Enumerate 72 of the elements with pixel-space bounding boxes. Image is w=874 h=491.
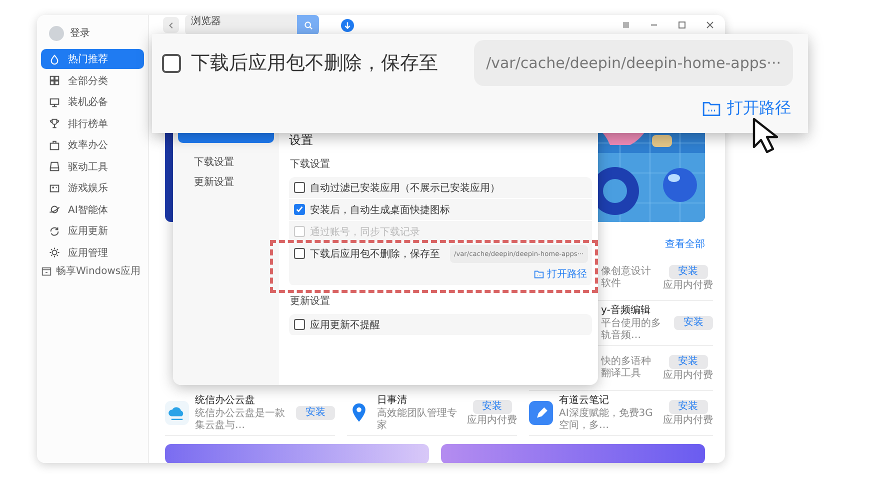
- folder-icon: [534, 270, 544, 278]
- option-label: 下载后应用包不删除，保存至: [191, 51, 438, 76]
- note-icon: [529, 401, 553, 425]
- chevron-left-icon: [168, 22, 174, 28]
- app-description: 高效能团队管理专家: [377, 408, 458, 432]
- app-name: 有道云笔记: [559, 394, 610, 406]
- sidebar-item[interactable]: 全部分类: [41, 70, 144, 90]
- sidebar-item[interactable]: 效率办公: [41, 135, 144, 155]
- checkbox[interactable]: [294, 204, 305, 215]
- checkbox[interactable]: [294, 182, 305, 193]
- path-field[interactable]: /var/cache/deepin/deepin-home-apps···: [474, 40, 793, 86]
- gamepad-icon: [49, 182, 60, 194]
- option-label: 安装后，自动生成桌面快捷图标: [310, 204, 450, 216]
- banner-card[interactable]: [165, 444, 429, 463]
- settings-nav-item[interactable]: 更新设置: [178, 173, 274, 193]
- refresh-icon: [49, 226, 60, 236]
- maximize-icon[interactable]: [677, 20, 687, 30]
- open-path-link[interactable]: 打开路径: [702, 98, 791, 119]
- app-name: 日事清: [377, 394, 408, 406]
- search-icon: [304, 20, 312, 30]
- app-description: 快的多语种翻译工具: [601, 356, 652, 380]
- settings-nav-item[interactable]: 下载设置: [178, 153, 274, 173]
- close-icon[interactable]: [705, 20, 715, 30]
- gear-icon: [49, 247, 60, 258]
- section-heading: 下载设置: [290, 158, 331, 171]
- sidebar-item[interactable]: 驱动工具: [41, 156, 144, 176]
- app-description: 统信办公云盘是一款集云盘与…: [195, 408, 286, 432]
- option-label: 自动过滤已安装应用（不展示已安装应用）: [310, 182, 500, 194]
- sidebar-item[interactable]: 游戏娱乐: [41, 178, 144, 198]
- open-path-link[interactable]: 打开路径: [534, 267, 587, 281]
- sidebar-item[interactable]: 排行榜单: [41, 114, 144, 134]
- sidebar-item[interactable]: 应用更新: [41, 221, 144, 241]
- checkbox[interactable]: [294, 248, 305, 259]
- app-description: AI深度赋能，免费3G空间，多…: [559, 408, 654, 432]
- sidebar-item[interactable]: 应用管理: [41, 242, 144, 262]
- option-label: 应用更新不提醒: [310, 318, 380, 332]
- avatar-icon: [49, 26, 64, 40]
- window-icon: [41, 266, 52, 276]
- view-all-link[interactable]: 查看全部: [665, 237, 705, 251]
- folder-icon: [702, 100, 721, 116]
- in-app-purchase-note: 应用内付费: [663, 370, 713, 382]
- app-row[interactable]: 有道云笔记 AI深度赋能，免费3G空间，多… 安装 应用内付费: [529, 391, 713, 436]
- login-link[interactable]: 登录: [70, 26, 90, 40]
- settings-title: 设置: [289, 132, 314, 149]
- checkbox[interactable]: [294, 319, 305, 330]
- section-heading: 更新设置: [290, 294, 331, 308]
- search-field[interactable]: 浏览器: [185, 15, 297, 35]
- in-app-purchase-note: 应用内付费: [663, 280, 713, 292]
- windows-apps-link[interactable]: 畅享Windows应用: [41, 264, 144, 278]
- sidebar-item[interactable]: 热门推荐: [41, 49, 144, 69]
- option-label: 通过账号，同步下载记录: [310, 226, 420, 238]
- in-app-purchase-note: 应用内付费: [663, 414, 713, 426]
- drive-icon: [49, 161, 60, 172]
- search-button[interactable]: [297, 15, 319, 35]
- option-label: 下载后应用包不删除，保存至: [310, 248, 440, 260]
- grid-icon: [49, 75, 60, 86]
- download-icon[interactable]: [341, 18, 354, 32]
- app-description: 像创意设计软件: [601, 266, 652, 290]
- briefcase-icon: [49, 140, 60, 150]
- cloud-icon: [165, 401, 189, 425]
- app-description: 平台使用的多轨音频…: [601, 318, 662, 342]
- app-name: y-音频编辑: [601, 304, 652, 316]
- monitor-icon: [49, 96, 60, 108]
- planet-icon: [49, 204, 60, 215]
- app-name: 统信办公云盘: [195, 394, 256, 406]
- sidebar-item[interactable]: 装机必备: [41, 92, 144, 112]
- trophy-icon: [49, 118, 60, 129]
- app-row[interactable]: 统信办公云盘 统信办公云盘是一款集云盘与… 安装: [165, 391, 335, 436]
- checkbox[interactable]: [162, 54, 181, 72]
- menu-icon[interactable]: [621, 20, 631, 30]
- sidebar-item[interactable]: AI智能体: [41, 200, 144, 220]
- in-app-purchase-note: 应用内付费: [467, 414, 517, 426]
